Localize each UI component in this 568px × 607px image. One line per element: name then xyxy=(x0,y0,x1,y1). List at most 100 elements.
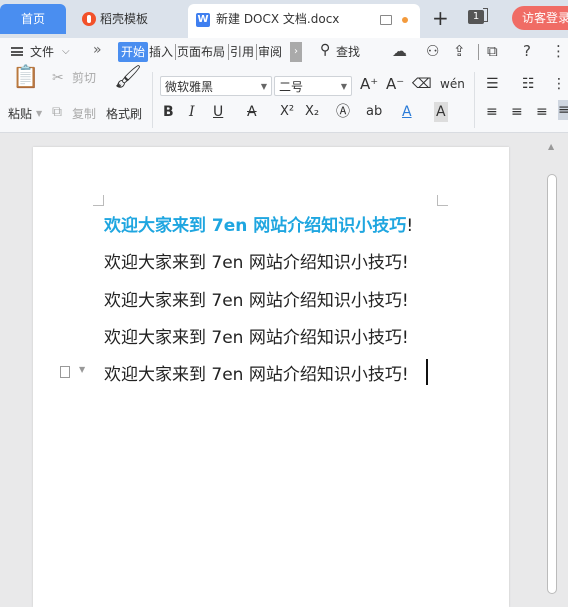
document-page[interactable]: 欢迎大家来到 7en 网站介绍知识小技巧! 欢迎大家来到 7en 网站介绍知识小… xyxy=(33,147,509,607)
tab-page-layout[interactable]: 页面布局 xyxy=(177,44,225,60)
unsaved-dot-icon xyxy=(402,17,408,23)
divider xyxy=(175,44,176,60)
font-color-button[interactable]: A xyxy=(402,102,412,122)
phonetic-guide-icon[interactable]: wén xyxy=(440,74,465,94)
tab-template[interactable]: 稻壳模板 xyxy=(68,4,180,34)
menu-row: 文件 ⌵ » 开始 插入 页面布局 引用 审阅 › ⚲ 查找 ☁ ⚇ ⇪ ⧉ ?… xyxy=(0,38,568,66)
word-doc-icon: W xyxy=(196,13,210,27)
format-painter-button[interactable]: 格式刷 xyxy=(106,104,142,124)
help-icon[interactable]: ? xyxy=(523,42,531,60)
underline-button[interactable]: U xyxy=(213,102,223,122)
more-menu-icon[interactable]: » xyxy=(93,42,102,58)
paragraph-text: 欢迎大家来到 7en 网站介绍知识小技巧 xyxy=(104,365,402,385)
divider xyxy=(256,44,257,60)
tab-template-label: 稻壳模板 xyxy=(100,12,149,26)
paragraph-1[interactable]: 欢迎大家来到 7en 网站介绍知识小技巧! xyxy=(104,211,413,236)
align-center-icon[interactable]: ≡ xyxy=(511,102,523,122)
grow-font-button[interactable]: A⁺ xyxy=(360,74,378,94)
chevron-down-icon: ▼ xyxy=(260,82,267,91)
divider xyxy=(228,44,229,60)
text-cursor xyxy=(426,359,428,385)
divider xyxy=(474,72,475,128)
chevron-down-icon[interactable]: ▼ xyxy=(36,104,42,124)
align-left-icon[interactable]: ≡ xyxy=(486,102,498,122)
paragraph-text: 欢迎大家来到 7en 网站介绍知识小技巧 xyxy=(104,253,402,273)
strikethrough-button[interactable]: A xyxy=(247,102,257,122)
format-painter-icon[interactable]: 🖌 xyxy=(114,67,142,89)
tab-references[interactable]: 引用 xyxy=(230,44,254,60)
paragraph-2[interactable]: 欢迎大家来到 7en 网站介绍知识小技巧! xyxy=(104,248,409,273)
new-tab-button[interactable]: + xyxy=(432,8,449,28)
collapse-ribbon-icon[interactable]: ⧉ xyxy=(487,42,498,60)
chevron-down-icon[interactable]: ▼ xyxy=(79,365,85,374)
copy-button[interactable]: 复制 xyxy=(72,104,96,124)
tabs-overflow-button[interactable]: › xyxy=(290,42,302,62)
tab-insert[interactable]: 插入 xyxy=(149,44,173,60)
paragraph-end: ! xyxy=(406,216,414,236)
monitor-icon[interactable] xyxy=(380,15,392,25)
copy-icon[interactable]: ⧉ xyxy=(52,102,62,122)
share-icon[interactable]: ⇪ xyxy=(453,42,466,60)
indent-icon[interactable]: ⋮ xyxy=(552,74,566,94)
paragraph-end: ! xyxy=(401,253,409,273)
menu-file[interactable]: 文件 xyxy=(30,44,54,60)
divider xyxy=(478,44,479,60)
scroll-thumb[interactable] xyxy=(547,174,557,594)
tab-document-label: 新建 DOCX 文档.docx xyxy=(216,12,340,26)
paragraph-end: ! xyxy=(401,291,409,311)
font-size-value: 二号 xyxy=(279,80,304,94)
paragraph-text: 欢迎大家来到 7en 网站介绍知识小技巧 xyxy=(104,328,402,348)
paragraph-3[interactable]: 欢迎大家来到 7en 网站介绍知识小技巧! xyxy=(104,286,409,311)
paragraph-end: ! xyxy=(401,328,409,348)
font-name-value: 微软雅黑 xyxy=(165,80,214,94)
hamburger-icon[interactable] xyxy=(11,47,23,56)
docer-logo-icon xyxy=(82,12,96,26)
share-user-icon[interactable]: ⚇ xyxy=(426,42,439,60)
scroll-up-icon[interactable]: ▲ xyxy=(548,142,554,151)
toolbar-row-2: 粘贴 ▼ ⧉ 复制 格式刷 B I U A X² X₂ Ⓐ ab A A ≡ ≡… xyxy=(0,98,568,126)
document-area: 欢迎大家来到 7en 网站介绍知识小技巧! 欢迎大家来到 7en 网站介绍知识小… xyxy=(0,133,568,607)
tab-home[interactable]: 首页 xyxy=(0,4,66,34)
visitor-login-button[interactable]: 访客登录 xyxy=(512,6,568,30)
subscript-button[interactable]: X₂ xyxy=(305,102,319,122)
tab-start[interactable]: 开始 xyxy=(118,42,148,62)
search-icon[interactable]: ⚲ xyxy=(320,42,330,58)
paste-button[interactable]: 粘贴 xyxy=(8,104,32,124)
italic-button[interactable]: I xyxy=(189,102,195,122)
align-right-icon[interactable]: ≡ xyxy=(536,102,548,122)
highlight-icon[interactable]: ab xyxy=(366,102,382,122)
tab-document[interactable]: W 新建 DOCX 文档.docx xyxy=(188,4,420,38)
paragraph-text: 欢迎大家来到 7en 网站介绍知识小技巧 xyxy=(104,291,402,311)
paragraph-5[interactable]: 欢迎大家来到 7en 网站介绍知识小技巧! xyxy=(104,360,409,385)
paragraph-end: ! xyxy=(401,365,409,385)
ribbon: 文件 ⌵ » 开始 插入 页面布局 引用 审阅 › ⚲ 查找 ☁ ⚇ ⇪ ⧉ ?… xyxy=(0,38,568,133)
justify-icon[interactable]: ≡ xyxy=(558,100,568,120)
paragraph-4[interactable]: 欢迎大家来到 7en 网站介绍知识小技巧! xyxy=(104,323,409,348)
clipboard-icon[interactable]: 📋 xyxy=(12,67,39,89)
paragraph-text: 欢迎大家来到 7en 网站介绍知识小技巧 xyxy=(104,216,407,236)
numbered-list-icon[interactable]: ☷ xyxy=(522,74,535,94)
search-label[interactable]: 查找 xyxy=(336,44,360,60)
scissors-icon[interactable]: ✂ xyxy=(52,68,64,88)
cloud-icon[interactable]: ☁ xyxy=(392,42,407,60)
bullet-list-icon[interactable]: ☰ xyxy=(486,74,499,94)
chevron-down-icon: ▼ xyxy=(340,82,347,91)
eraser-icon[interactable]: ⌫ xyxy=(412,74,432,94)
cut-button[interactable]: 剪切 xyxy=(72,68,96,88)
font-size-select[interactable]: 二号 ▼ xyxy=(274,76,352,96)
margin-mark xyxy=(93,195,104,206)
vertical-scrollbar[interactable]: ▲ xyxy=(545,140,559,594)
text-effect-icon[interactable]: Ⓐ xyxy=(336,102,350,122)
bold-button[interactable]: B xyxy=(163,102,174,122)
chevron-down-icon[interactable]: ⌵ xyxy=(62,44,70,60)
shrink-font-button[interactable]: A⁻ xyxy=(386,74,404,94)
superscript-button[interactable]: X² xyxy=(280,102,294,122)
divider xyxy=(152,72,153,128)
paragraph-handle-icon[interactable] xyxy=(60,366,70,378)
char-shading-icon[interactable]: A xyxy=(434,102,448,122)
margin-mark xyxy=(437,195,448,206)
more-options-icon[interactable]: ⋮ xyxy=(551,42,566,60)
window-count-icon[interactable]: 1 xyxy=(468,8,488,24)
tab-review[interactable]: 审阅 xyxy=(258,44,282,60)
font-name-select[interactable]: 微软雅黑 ▼ xyxy=(160,76,272,96)
